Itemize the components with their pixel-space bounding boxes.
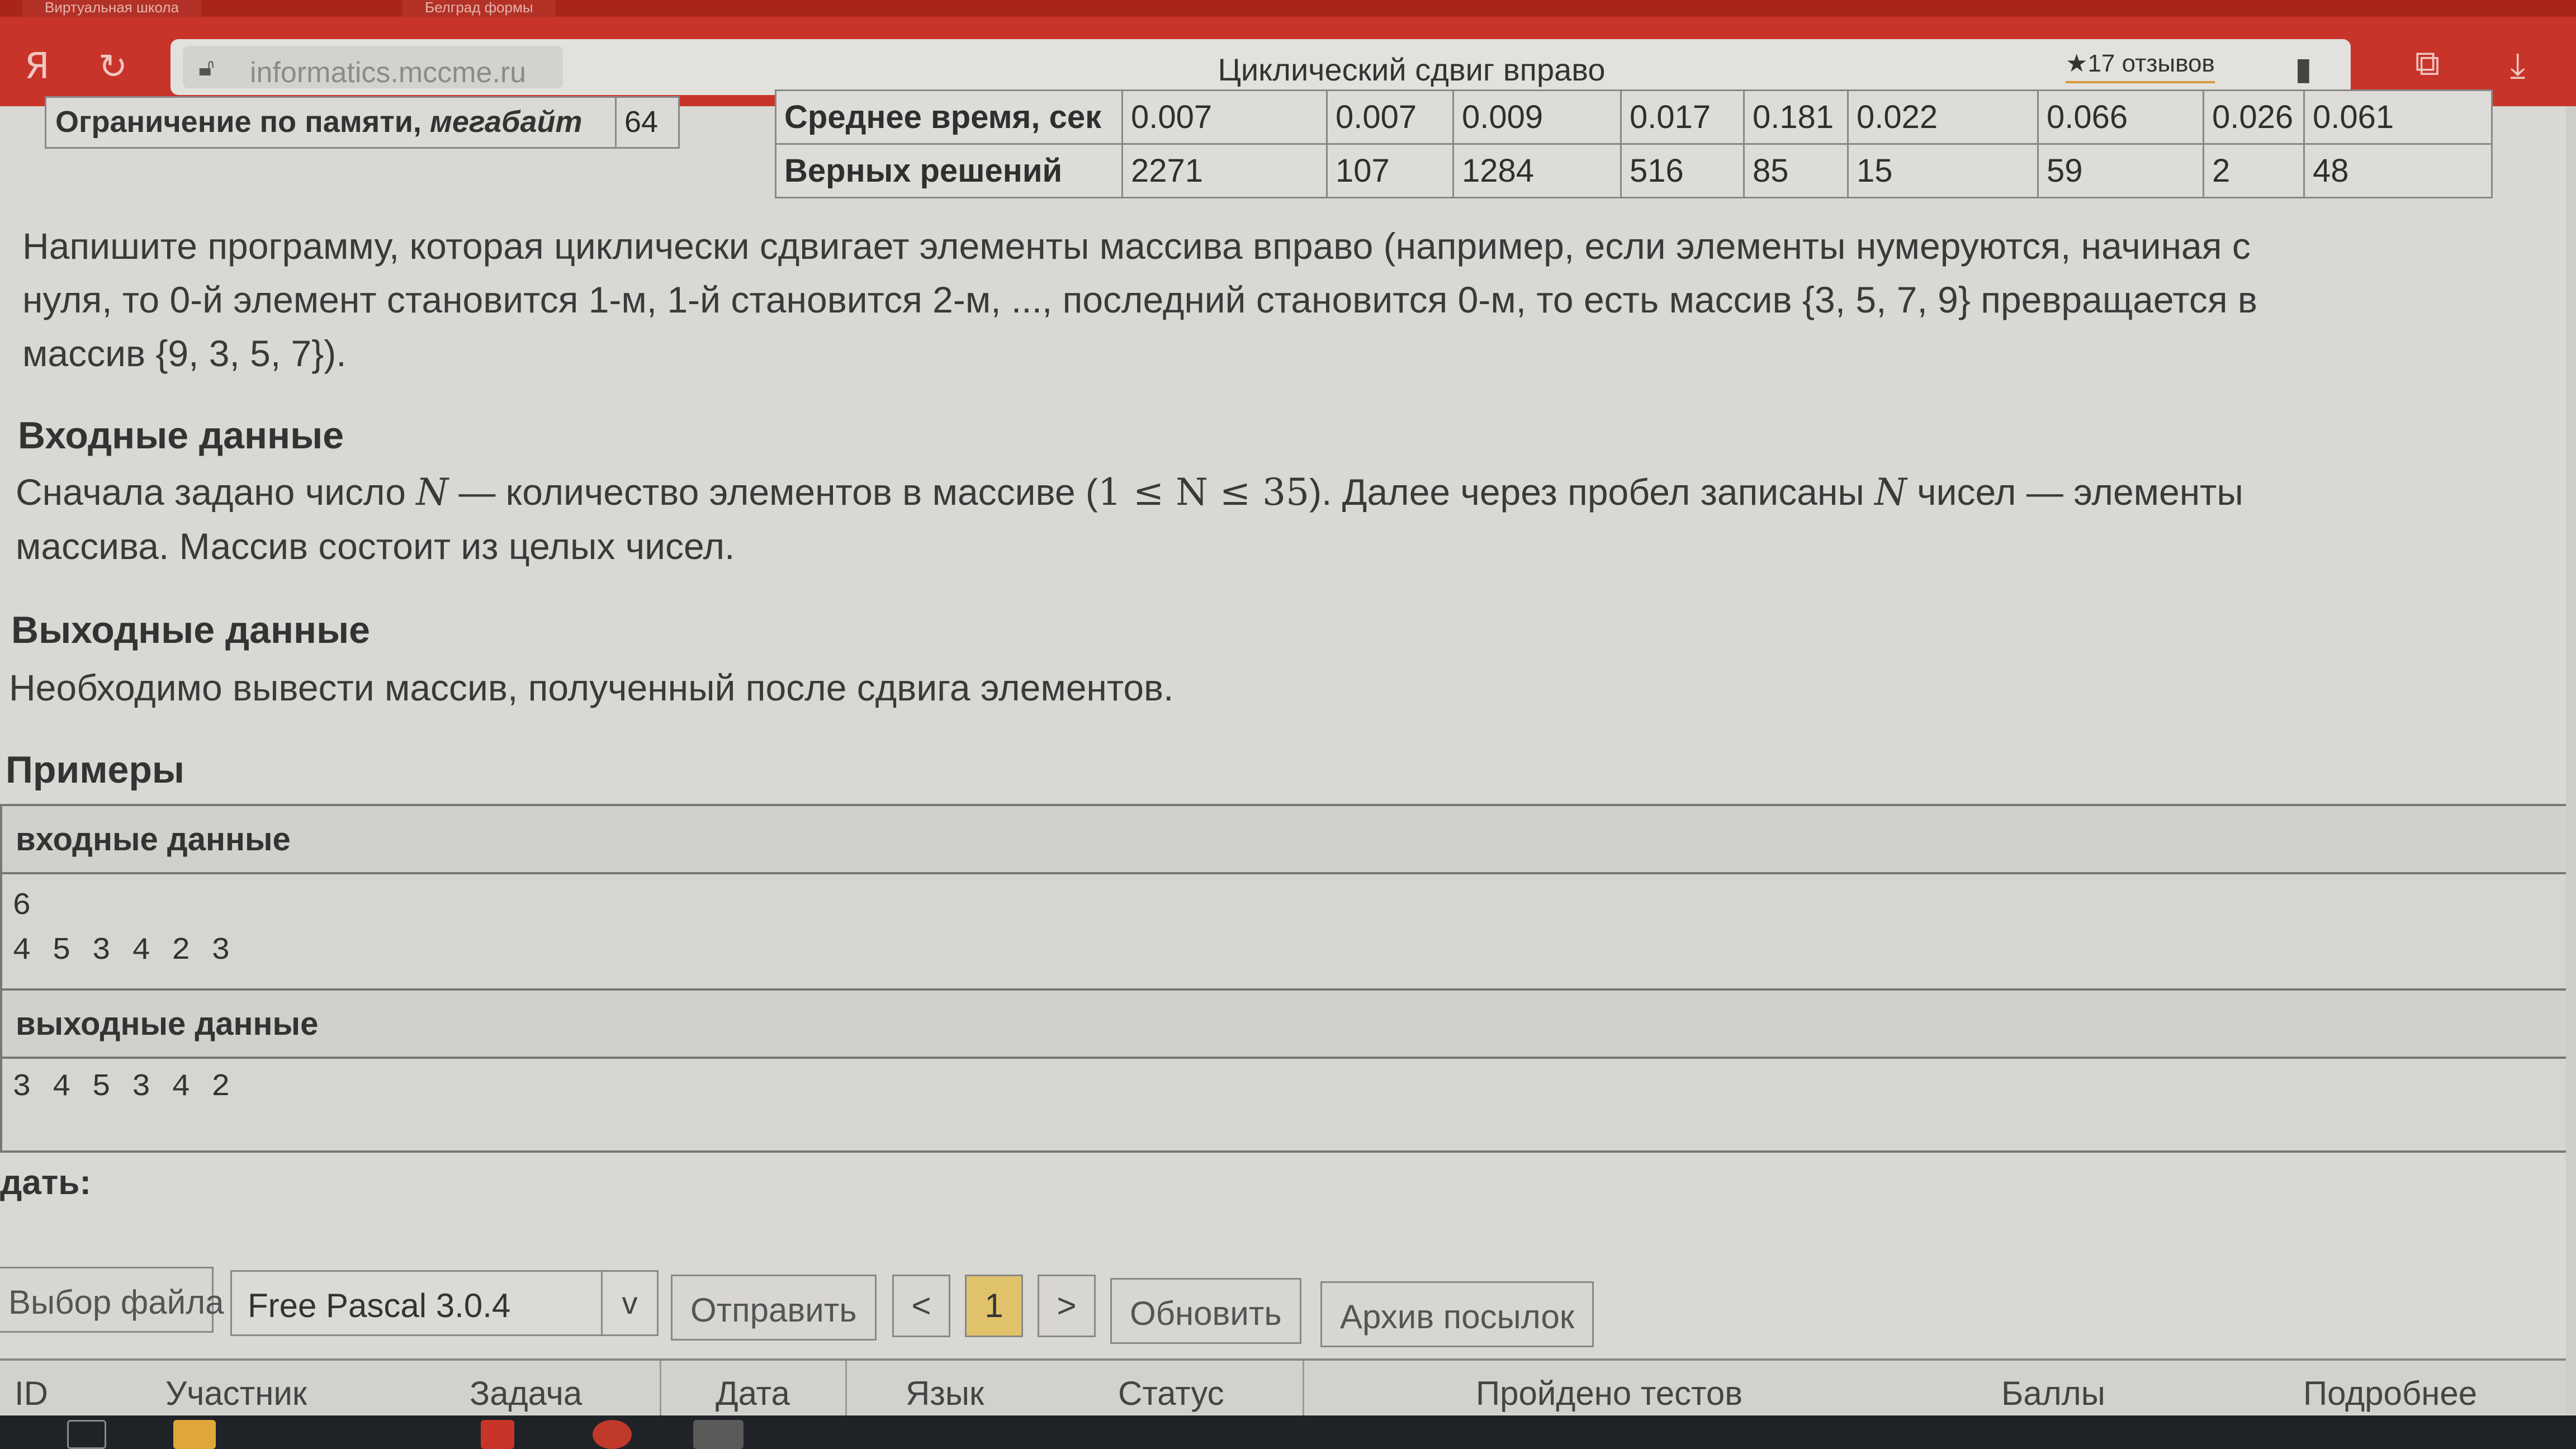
column-divider xyxy=(660,1361,661,1417)
stat-cell: 0.061 xyxy=(2303,89,2493,145)
text-run: ). Далее через пробел записаны xyxy=(1309,471,1875,513)
col-score[interactable]: Баллы xyxy=(2001,1374,2105,1413)
output-heading: Выходные данные xyxy=(11,609,370,651)
col-details[interactable]: Подробнее xyxy=(2303,1374,2477,1413)
chevron-down-icon[interactable]: v xyxy=(601,1272,657,1334)
page-title: Циклический сдвиг вправо xyxy=(1218,52,1606,87)
memory-limit-row: Ограничение по памяти, мегабайт 64 xyxy=(45,96,680,149)
browser-tab[interactable]: Белград формы xyxy=(402,0,556,17)
example-output-label: выходные данные xyxy=(2,988,2569,1059)
col-language[interactable]: Язык xyxy=(906,1374,984,1413)
page-number-button[interactable]: 1 xyxy=(965,1275,1023,1337)
examples-block: входные данные 6 4 5 3 4 2 3 выходные да… xyxy=(0,804,2572,1153)
stat-cell: 85 xyxy=(1743,143,1849,198)
stat-cell: 1284 xyxy=(1452,143,1622,198)
stat-cell: 59 xyxy=(2037,143,2204,198)
stat-cell: 0.007 xyxy=(1121,89,1328,145)
output-description: Необходимо вывести массив, полученный по… xyxy=(9,667,1174,708)
lock-icon: 🔓︎ xyxy=(198,54,215,81)
stat-cell: 0.007 xyxy=(1326,89,1454,145)
input-heading: Входные данные xyxy=(18,414,344,457)
avg-time-row: Среднее время, сек 0.007 0.007 0.009 0.0… xyxy=(775,89,2493,145)
correct-solutions-row: Верных решений 2271 107 1284 516 85 15 5… xyxy=(775,143,2493,198)
problem-statement: Напишите программу, которая циклически с… xyxy=(22,219,2257,380)
col-problem[interactable]: Задача xyxy=(470,1374,582,1413)
compiler-selected-value: Free Pascal 3.0.4 xyxy=(248,1287,511,1324)
yandex-browser-icon[interactable] xyxy=(481,1420,514,1449)
ab-app-icon[interactable] xyxy=(693,1420,744,1449)
reviews-link[interactable]: ★17 отзывов xyxy=(2066,49,2215,83)
os-taskbar xyxy=(0,1415,2576,1449)
stat-cell: 0.009 xyxy=(1452,89,1622,145)
text-run: — количество элементов в массиве ( xyxy=(448,471,1098,513)
math-var: N xyxy=(1874,471,1907,514)
refresh-button[interactable]: Обновить xyxy=(1110,1278,1301,1344)
col-participant[interactable]: Участник xyxy=(165,1374,307,1413)
file-explorer-icon[interactable] xyxy=(173,1420,216,1449)
stat-cell: 107 xyxy=(1326,143,1454,198)
text-run: чисел — элементы xyxy=(1906,471,2243,513)
input-description-line: Сначала задано число N — количество элем… xyxy=(16,465,2243,519)
compiler-select[interactable]: Free Pascal 3.0.4 v xyxy=(230,1270,659,1336)
col-status[interactable]: Статус xyxy=(1118,1374,1224,1413)
send-button[interactable]: Отправить xyxy=(671,1275,877,1341)
memory-limit-value: 64 xyxy=(624,105,659,139)
examples-heading: Примеры xyxy=(6,749,184,791)
app-icon[interactable] xyxy=(593,1420,632,1449)
memory-limit-unit: мегабайт xyxy=(429,105,583,139)
stat-cell: 2 xyxy=(2203,143,2305,198)
stat-cell: 516 xyxy=(1620,143,1745,198)
memory-limit-prefix: Ограничение по памяти, xyxy=(55,105,430,139)
col-date[interactable]: Дата xyxy=(716,1374,790,1413)
stat-cell: 0.066 xyxy=(2037,89,2204,145)
browser-tab-strip: Виртуальная школа Белград формы xyxy=(0,0,2576,17)
stat-cell: 0.017 xyxy=(1620,89,1745,145)
math-var: N xyxy=(416,471,448,514)
correct-solutions-label: Верных решений xyxy=(775,143,1123,198)
bookmark-icon[interactable]: ▮ xyxy=(2295,50,2312,87)
stat-cell: 48 xyxy=(2303,143,2493,198)
col-tests-passed[interactable]: Пройдено тестов xyxy=(1476,1374,1742,1413)
text-run: Сначала задано число xyxy=(16,471,416,513)
url-chip[interactable]: 🔓︎ informatics.mccme.ru xyxy=(183,46,563,89)
statement-line: Напишите программу, которая циклически с… xyxy=(22,225,2251,267)
translate-icon[interactable]: ⧉ xyxy=(2415,44,2440,84)
stat-cell: 15 xyxy=(1847,143,2039,198)
example-input-line: 6 xyxy=(12,888,32,924)
input-description-line: массива. Массив состоит из целых чисел. xyxy=(16,525,735,567)
archive-button[interactable]: Архив посылок xyxy=(1320,1281,1594,1347)
download-icon[interactable]: ⤓ xyxy=(2510,46,2525,86)
page-scrollbar[interactable] xyxy=(2566,106,2576,1414)
statement-line: массив {9, 3, 5, 7}). xyxy=(22,333,347,374)
example-output-line: 3 4 5 3 4 2 xyxy=(12,1069,231,1105)
column-divider xyxy=(845,1361,847,1417)
math-range: 1 ≤ N ≤ 35 xyxy=(1097,471,1310,514)
column-divider xyxy=(1303,1361,1304,1417)
prev-page-button[interactable]: < xyxy=(892,1275,950,1337)
browser-tab[interactable]: Виртуальная школа xyxy=(22,0,202,17)
input-description: Сначала задано число N — количество элем… xyxy=(16,465,2243,573)
example-input-line: 4 5 3 4 2 3 xyxy=(12,932,231,968)
memory-limit-label: Ограничение по памяти, мегабайт xyxy=(46,98,617,147)
stat-cell: 0.026 xyxy=(2203,89,2305,145)
yandex-logo-icon[interactable]: Я xyxy=(25,46,49,87)
next-page-button[interactable]: > xyxy=(1038,1275,1096,1337)
submission-stats-table: Среднее время, сек 0.007 0.007 0.009 0.0… xyxy=(775,89,2493,198)
submit-label: дать: xyxy=(0,1163,91,1202)
choose-file-button[interactable]: Выбор файла xyxy=(0,1267,224,1333)
task-view-icon[interactable] xyxy=(67,1420,106,1449)
address-bar[interactable]: 🔓︎ informatics.mccme.ru Циклический сдви… xyxy=(171,39,2351,95)
col-id[interactable]: ID xyxy=(15,1374,48,1413)
results-table-header: ID Участник Задача Дата Язык Статус Прой… xyxy=(0,1358,2576,1417)
stat-cell: 0.181 xyxy=(1743,89,1849,145)
stat-cell: 0.022 xyxy=(1847,89,2039,145)
stat-cell: 2271 xyxy=(1121,143,1328,198)
reload-icon[interactable]: ↻ xyxy=(98,46,127,87)
url-text[interactable]: informatics.mccme.ru xyxy=(250,56,526,89)
avg-time-label: Среднее время, сек xyxy=(775,89,1123,145)
statement-line: нуля, то 0-й элемент становится 1-м, 1-й… xyxy=(22,279,2257,320)
example-input-label: входные данные xyxy=(2,804,2569,874)
